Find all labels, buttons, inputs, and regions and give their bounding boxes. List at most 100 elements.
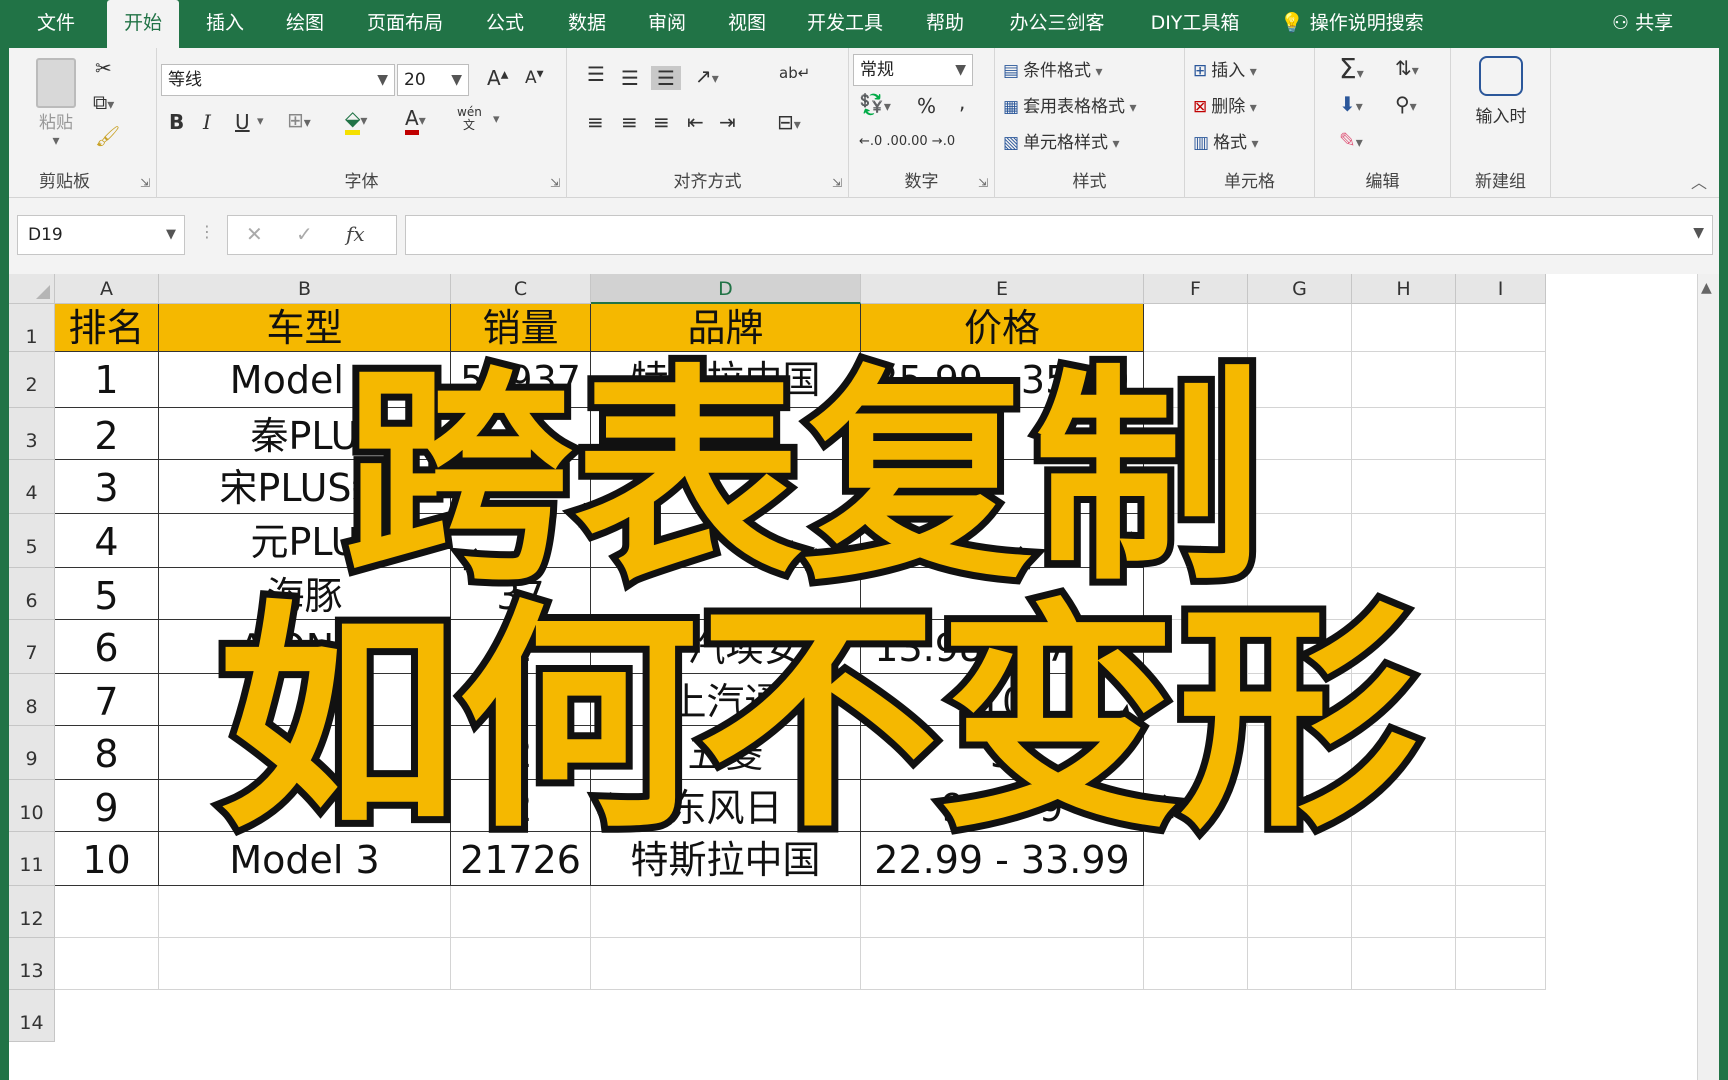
- chevron-down-icon[interactable]: ▾: [493, 112, 500, 127]
- column-header-c[interactable]: C: [451, 274, 591, 304]
- cell-f13[interactable]: [1144, 938, 1248, 990]
- column-header-b[interactable]: B: [159, 274, 451, 304]
- cell-a12[interactable]: [55, 886, 159, 938]
- cell-g13[interactable]: [1248, 938, 1352, 990]
- cell-i7[interactable]: [1456, 620, 1546, 674]
- bold-button[interactable]: B: [169, 110, 184, 134]
- cell-b12[interactable]: [159, 886, 451, 938]
- tab-diy-toolbox[interactable]: DIY工具箱: [1142, 0, 1248, 48]
- cell-i5[interactable]: [1456, 514, 1546, 568]
- column-header-f[interactable]: F: [1144, 274, 1248, 304]
- tab-file[interactable]: 文件: [30, 0, 82, 48]
- font-size-select[interactable]: 20 ▼: [397, 64, 469, 96]
- cell-d12[interactable]: [591, 886, 861, 938]
- insert-cells-button[interactable]: ⊞ 插入 ▾: [1193, 56, 1257, 81]
- row-header-12[interactable]: 12: [9, 886, 55, 938]
- shrink-font-icon[interactable]: A▼: [525, 68, 544, 88]
- format-painter-icon[interactable]: 🖌: [95, 124, 120, 148]
- sort-filter-icon[interactable]: ⇅▾: [1395, 56, 1419, 80]
- align-bottom-icon[interactable]: ☰: [651, 66, 681, 90]
- cell-a9[interactable]: 8: [55, 726, 159, 780]
- cell-i2[interactable]: [1456, 352, 1546, 408]
- cell-a1[interactable]: 排名: [55, 304, 159, 352]
- cell-a8[interactable]: 7: [55, 674, 159, 726]
- tell-me-search[interactable]: 💡 操作说明搜索: [1280, 0, 1424, 48]
- cancel-icon[interactable]: ✕: [246, 222, 263, 246]
- dialog-launcher-icon[interactable]: ⇲: [832, 176, 842, 190]
- delete-cells-button[interactable]: ⊠ 删除 ▾: [1193, 92, 1257, 117]
- tab-home[interactable]: 开始: [107, 0, 179, 50]
- cell-a13[interactable]: [55, 938, 159, 990]
- row-header-2[interactable]: 2: [9, 352, 55, 408]
- row-header-10[interactable]: 10: [9, 780, 55, 832]
- expand-formula-icon[interactable]: ▼: [1693, 225, 1704, 241]
- cell-h3[interactable]: [1352, 408, 1456, 460]
- copy-icon[interactable]: ⧉▾: [93, 90, 114, 114]
- font-name-select[interactable]: 等线 ▼: [161, 64, 395, 96]
- column-header-e[interactable]: E: [861, 274, 1144, 304]
- autosum-icon[interactable]: Σ▾: [1339, 52, 1364, 85]
- borders-icon[interactable]: ⊞▾: [287, 108, 311, 132]
- cell-h4[interactable]: [1352, 460, 1456, 514]
- dialog-launcher-icon[interactable]: ⇲: [550, 176, 560, 190]
- column-header-i[interactable]: I: [1456, 274, 1546, 304]
- cell-a7[interactable]: 6: [55, 620, 159, 674]
- cell-h1[interactable]: [1352, 304, 1456, 352]
- cell-g12[interactable]: [1248, 886, 1352, 938]
- tab-office-tools[interactable]: 办公三剑客: [1004, 0, 1110, 48]
- cell-f12[interactable]: [1144, 886, 1248, 938]
- cell-a10[interactable]: 9: [55, 780, 159, 832]
- cell-h5[interactable]: [1352, 514, 1456, 568]
- format-cells-button[interactable]: ▥ 格式 ▾: [1193, 128, 1259, 153]
- decrease-decimal-button[interactable]: .00 →.0: [907, 134, 955, 149]
- cell-h13[interactable]: [1352, 938, 1456, 990]
- tab-developer[interactable]: 开发工具: [804, 0, 886, 48]
- format-as-table-button[interactable]: ▦ 套用表格格式 ▾: [1003, 92, 1137, 117]
- row-header-4[interactable]: 4: [9, 460, 55, 514]
- decrease-indent-icon[interactable]: ⇤: [687, 110, 704, 134]
- row-header-7[interactable]: 7: [9, 620, 55, 674]
- cell-e12[interactable]: [861, 886, 1144, 938]
- cell-c12[interactable]: [451, 886, 591, 938]
- cell-a11[interactable]: 10: [55, 832, 159, 886]
- row-header-5[interactable]: 5: [9, 514, 55, 568]
- cell-a6[interactable]: 5: [55, 568, 159, 620]
- chevron-down-icon[interactable]: ▾: [257, 114, 264, 129]
- cell-a3[interactable]: 2: [55, 408, 159, 460]
- name-box[interactable]: D19 ▼: [17, 215, 185, 255]
- underline-button[interactable]: U: [235, 110, 250, 134]
- cell-i6[interactable]: [1456, 568, 1546, 620]
- align-top-icon[interactable]: ☰: [587, 62, 605, 86]
- increase-decimal-button[interactable]: ←.0 .00: [859, 134, 907, 149]
- tab-page-layout[interactable]: 页面布局: [364, 0, 446, 48]
- clear-icon[interactable]: ✎▾: [1339, 128, 1363, 152]
- row-header-9[interactable]: 9: [9, 726, 55, 780]
- dialog-launcher-icon[interactable]: ⇲: [140, 176, 150, 190]
- align-center-icon[interactable]: ≡: [621, 110, 638, 134]
- cell-i8[interactable]: [1456, 674, 1546, 726]
- cell-i12[interactable]: [1456, 886, 1546, 938]
- tab-help[interactable]: 帮助: [920, 0, 970, 48]
- tab-formulas[interactable]: 公式: [480, 0, 530, 48]
- dialog-launcher-icon[interactable]: ⇲: [978, 176, 988, 190]
- cell-h2[interactable]: [1352, 352, 1456, 408]
- column-header-h[interactable]: H: [1352, 274, 1456, 304]
- cell-styles-button[interactable]: ▧ 单元格样式 ▾: [1003, 128, 1120, 153]
- cell-i10[interactable]: [1456, 780, 1546, 832]
- row-header-6[interactable]: 6: [9, 568, 55, 620]
- formula-input[interactable]: ▼: [405, 215, 1713, 255]
- insert-function-icon[interactable]: fx: [346, 222, 365, 246]
- column-header-d[interactable]: D: [591, 274, 861, 304]
- italic-button[interactable]: I: [203, 110, 211, 134]
- cut-icon[interactable]: ✂: [95, 56, 112, 80]
- percent-button[interactable]: %: [917, 94, 936, 118]
- cell-a4[interactable]: 3: [55, 460, 159, 514]
- column-header-g[interactable]: G: [1248, 274, 1352, 304]
- column-header-a[interactable]: A: [55, 274, 159, 304]
- cell-i3[interactable]: [1456, 408, 1546, 460]
- orientation-icon[interactable]: ↗▾: [695, 64, 719, 88]
- tab-view[interactable]: 视图: [722, 0, 772, 48]
- conditional-formatting-button[interactable]: ▤ 条件格式 ▾: [1003, 56, 1103, 81]
- vertical-scrollbar[interactable]: ▲: [1697, 274, 1719, 1080]
- fill-icon[interactable]: ⬇▾: [1339, 92, 1363, 116]
